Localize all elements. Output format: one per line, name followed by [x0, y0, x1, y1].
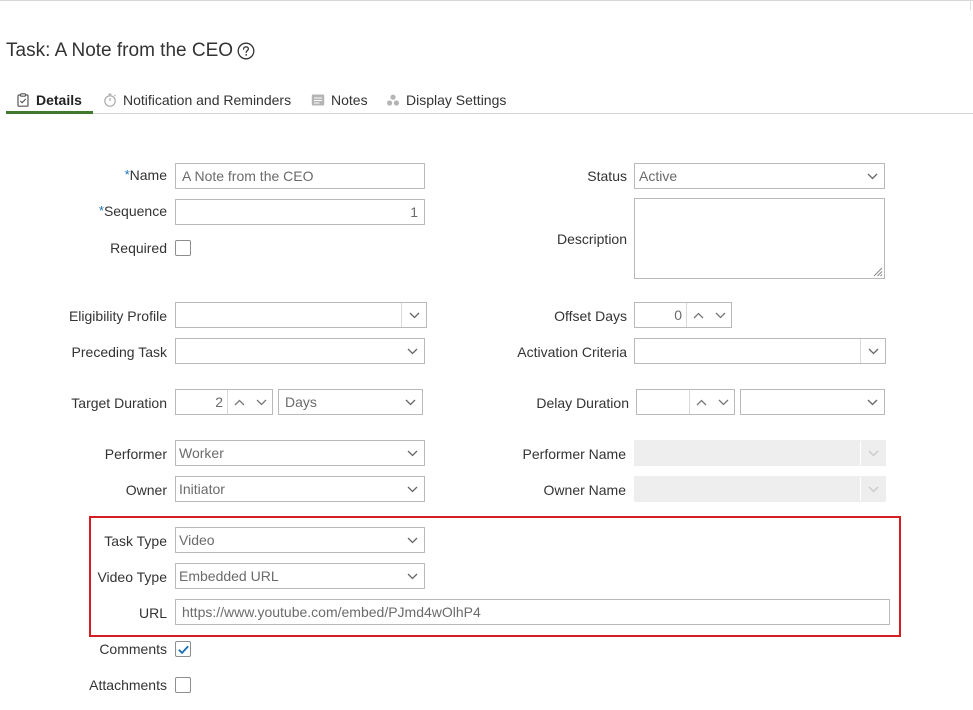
activation-criteria-select[interactable]	[634, 338, 886, 364]
activation-criteria-label: Activation Criteria	[517, 344, 627, 360]
name-label: *Name	[124, 167, 167, 183]
target-duration-label: Target Duration	[71, 395, 167, 411]
delay-duration-label: Delay Duration	[536, 395, 629, 411]
required-label: Required	[110, 240, 167, 256]
name-field[interactable]: A Note from the CEO	[175, 163, 425, 189]
chevron-down-icon[interactable]	[860, 164, 884, 188]
sequence-value: 1	[410, 204, 418, 220]
chevron-up-icon[interactable]	[228, 390, 250, 414]
tab-display-settings[interactable]: Display Settings	[386, 86, 506, 114]
chevron-down-icon[interactable]	[400, 528, 424, 552]
preceding-task-select[interactable]	[175, 338, 425, 364]
performer-value: Worker	[179, 445, 224, 461]
required-checkbox[interactable]	[175, 240, 191, 256]
chevron-down-icon[interactable]	[400, 339, 424, 363]
stopwatch-icon	[103, 93, 117, 107]
performer-select[interactable]: Worker	[175, 440, 425, 466]
tab-notification-label: Notification and Reminders	[123, 92, 292, 108]
chevron-down-icon[interactable]	[402, 303, 426, 327]
target-duration-unit-select[interactable]: Days	[278, 389, 423, 415]
comments-checkbox[interactable]	[175, 641, 191, 657]
video-type-select[interactable]: Embedded URL	[175, 563, 425, 589]
description-label: Description	[556, 231, 627, 247]
owner-value: Initiator	[179, 481, 225, 497]
offset-days-stepper[interactable]: 0	[634, 302, 732, 328]
chevron-down-icon[interactable]	[398, 390, 422, 414]
chevron-down-icon[interactable]	[861, 339, 885, 363]
delay-duration-stepper[interactable]	[636, 389, 735, 415]
active-tab-indicator	[6, 111, 93, 114]
resize-handle-icon[interactable]	[871, 265, 883, 277]
preceding-task-label: Preceding Task	[71, 344, 167, 360]
performer-name-label: Performer Name	[522, 446, 626, 462]
tab-details-label: Details	[36, 92, 82, 108]
chevron-down-icon[interactable]	[250, 390, 272, 414]
offset-days-value: 0	[674, 307, 682, 323]
page-title: Task: A Note from the CEO	[6, 40, 234, 61]
tab-display-settings-label: Display Settings	[406, 92, 507, 108]
video-type-value: Embedded URL	[179, 568, 279, 584]
sequence-label: *Sequence	[98, 203, 167, 219]
owner-select[interactable]: Initiator	[175, 476, 425, 502]
task-type-select[interactable]: Video	[175, 527, 425, 553]
status-label: Status	[587, 168, 627, 184]
target-duration-stepper[interactable]: 2	[175, 389, 273, 415]
attachments-label: Attachments	[89, 677, 167, 693]
description-textarea[interactable]	[634, 198, 885, 279]
status-select[interactable]: Active	[634, 163, 885, 189]
eligibility-profile-label: Eligibility Profile	[68, 308, 167, 324]
performer-label: Performer	[104, 446, 167, 462]
url-value: https://www.youtube.com/embed/PJmd4wOlhP…	[182, 604, 481, 620]
top-divider	[0, 0, 973, 1]
name-value: A Note from the CEO	[182, 168, 314, 184]
target-duration-unit-value: Days	[285, 394, 317, 410]
comments-label: Comments	[99, 641, 167, 657]
chevron-up-icon[interactable]	[690, 390, 712, 414]
url-field[interactable]: https://www.youtube.com/embed/PJmd4wOlhP…	[175, 599, 890, 625]
tab-details[interactable]: Details	[16, 86, 82, 114]
dots-cluster-icon	[386, 93, 400, 107]
status-value: Active	[639, 168, 678, 184]
sequence-field[interactable]: 1	[175, 199, 425, 225]
performer-name-select	[634, 440, 886, 466]
chevron-down-icon[interactable]	[712, 390, 734, 414]
tabs-divider	[6, 113, 973, 114]
chevron-down-icon[interactable]	[400, 441, 424, 465]
chevron-down-icon[interactable]	[400, 564, 424, 588]
delay-duration-unit-select[interactable]	[740, 389, 885, 415]
video-type-label: Video Type	[97, 569, 167, 585]
clipboard-icon	[16, 93, 30, 107]
attachments-checkbox[interactable]	[175, 677, 191, 693]
top-divider-edge	[970, 0, 971, 10]
chevron-down-icon	[861, 477, 885, 501]
question-circle-icon[interactable]	[237, 42, 255, 60]
checkmark-icon	[177, 645, 189, 654]
chevron-down-icon[interactable]	[860, 390, 884, 414]
chevron-down-icon[interactable]	[709, 303, 731, 327]
url-label: URL	[138, 605, 167, 621]
chevron-down-icon	[861, 441, 885, 465]
offset-days-label: Offset Days	[554, 308, 627, 324]
task-type-value: Video	[179, 532, 215, 548]
owner-name-select	[634, 476, 886, 502]
note-icon	[311, 93, 325, 107]
chevron-up-icon[interactable]	[687, 303, 709, 327]
task-type-label: Task Type	[104, 533, 167, 549]
tab-notification-and-reminders[interactable]: Notification and Reminders	[103, 86, 291, 114]
target-duration-value: 2	[215, 394, 223, 410]
chevron-down-icon[interactable]	[400, 477, 424, 501]
eligibility-profile-select[interactable]	[175, 302, 427, 328]
tab-notes-label: Notes	[331, 92, 368, 108]
owner-label: Owner	[125, 482, 167, 498]
owner-name-label: Owner Name	[543, 482, 626, 498]
tab-notes[interactable]: Notes	[311, 86, 368, 114]
